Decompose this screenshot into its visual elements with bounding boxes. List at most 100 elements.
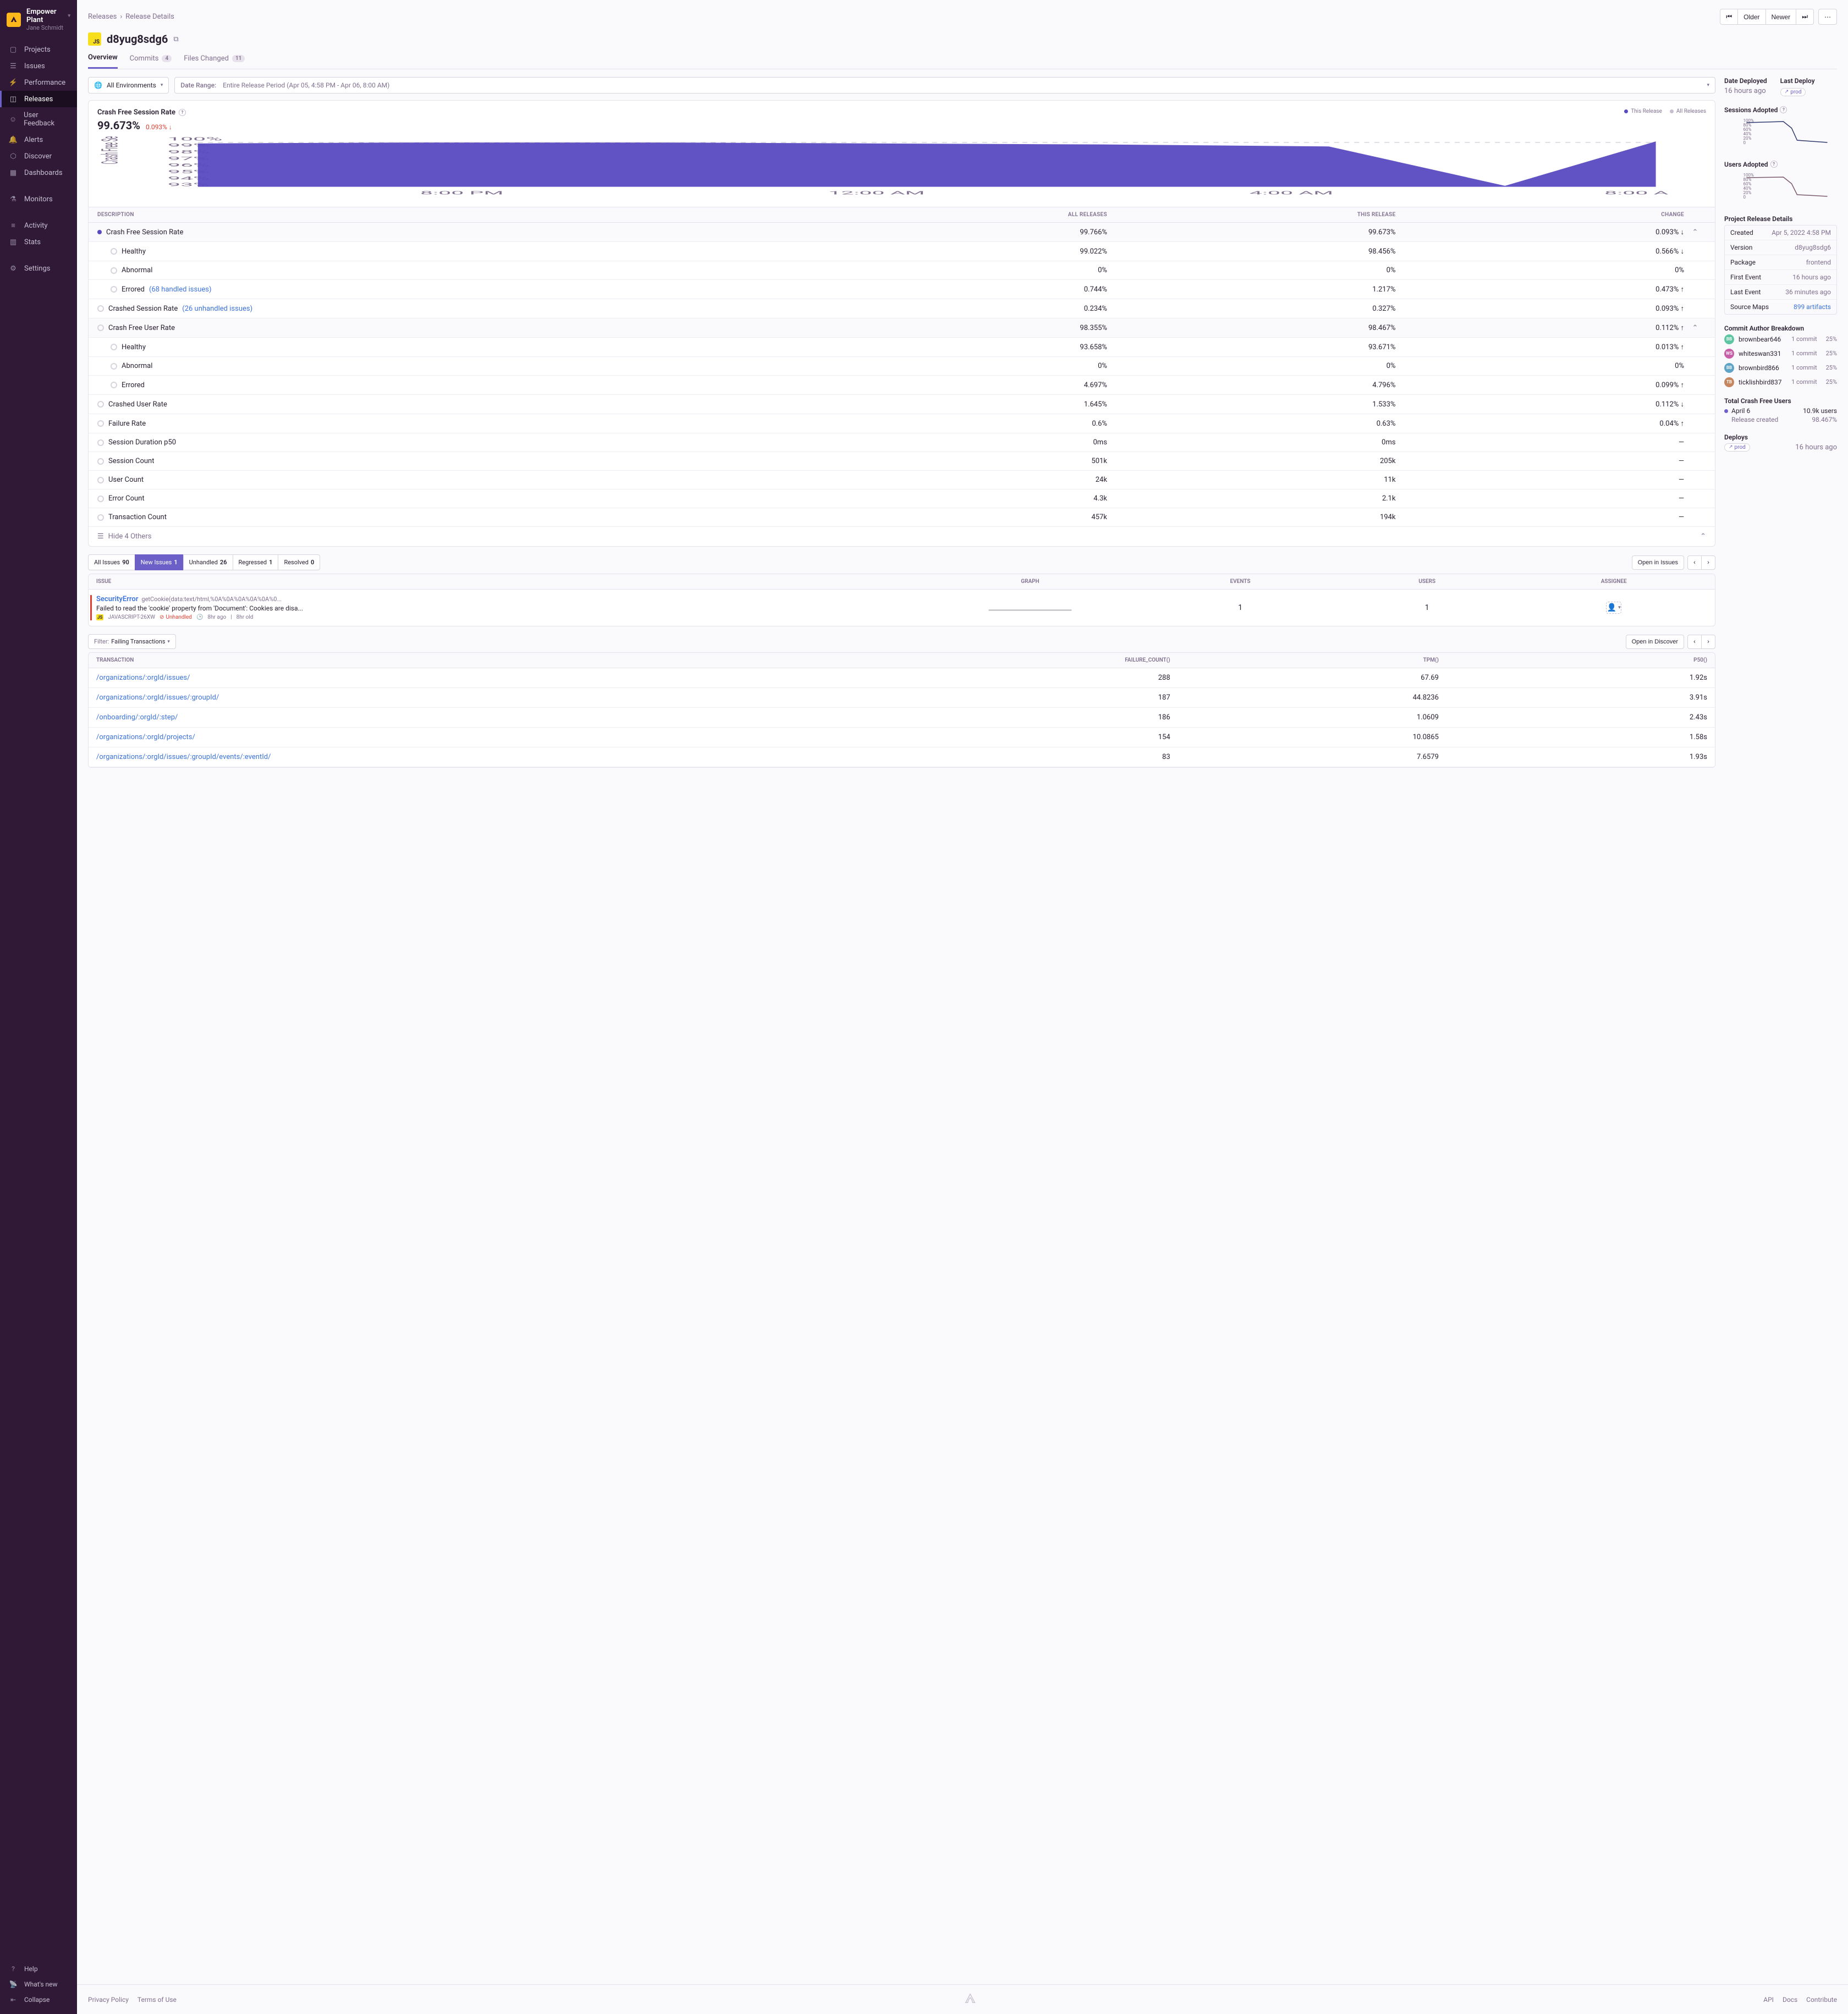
environment-filter[interactable]: 🌐 All Environments ▾ <box>88 77 169 93</box>
help-icon[interactable]: ? <box>179 109 186 116</box>
transaction-link[interactable]: /organizations/:orgId/projects/ <box>96 733 902 741</box>
sidebar-item-dashboards[interactable]: ▦Dashboards <box>0 164 77 181</box>
copy-icon[interactable]: ⧉ <box>173 35 178 43</box>
details-row: CreatedApr 5, 2022 4:58 PM <box>1725 225 1836 240</box>
chevron-up-icon[interactable]: ⌃ <box>1684 324 1706 332</box>
metric-name: Errored <box>122 381 145 389</box>
older-button[interactable]: Older <box>1737 9 1766 25</box>
next-page-button[interactable]: › <box>1701 555 1715 570</box>
next-page-button[interactable]: › <box>1701 635 1715 649</box>
last-button[interactable]: ⏭ <box>1796 9 1814 25</box>
sidebar-item-userfeedback[interactable]: ☺User Feedback <box>0 107 77 131</box>
transaction-link[interactable]: /organizations/:orgId/issues/ <box>96 674 902 682</box>
legend-this-release[interactable]: This Release <box>1624 108 1662 114</box>
first-button[interactable]: ⏮ <box>1720 9 1738 25</box>
crash-free-date: April 6 <box>1731 407 1750 415</box>
deploy-env-badge[interactable]: prod <box>1780 88 1806 96</box>
chevron-up-icon[interactable]: ⌃ <box>1684 228 1706 236</box>
daterange-filter[interactable]: Date Range: Entire Release Period (Apr 0… <box>174 77 1715 93</box>
author-pct: 25% <box>1826 364 1837 371</box>
alerts-icon: 🔔 <box>9 135 18 144</box>
issue-row[interactable]: SecurityError getCookie(data:text/html,%… <box>89 590 1715 626</box>
tx-tpm: 10.0865 <box>1170 733 1439 741</box>
org-switcher[interactable]: Empower Plant▾ Jane Schmidt <box>0 0 77 38</box>
issue-tab-all[interactable]: All Issues 90 <box>88 554 135 570</box>
transaction-filter[interactable]: Filter: Failing Transactions ▾ <box>88 634 176 649</box>
metric-name: Session Count <box>108 457 154 465</box>
metric-row: Healthy99.022%98.456%0.566% ↓ <box>89 242 1715 261</box>
tab-files[interactable]: Files Changed11 <box>184 53 245 69</box>
sidebar-item-settings[interactable]: ⚙Settings <box>0 260 77 277</box>
sidebar-item-collapse[interactable]: ⇤Collapse <box>0 1992 77 2007</box>
api-link[interactable]: API <box>1763 1996 1774 2004</box>
col-failure-count: FAILURE_COUNT() <box>902 657 1170 663</box>
help-icon[interactable]: ? <box>1780 106 1787 113</box>
sidebar-item-whatsnew[interactable]: 📡What's new <box>0 1977 77 1992</box>
tab-commits[interactable]: Commits4 <box>130 53 172 69</box>
metric-row: Crash Free Session Rate99.766%99.673%0.0… <box>89 223 1715 242</box>
issue-tab-unhandled[interactable]: Unhandled 26 <box>183 554 233 570</box>
sidebar-item-help[interactable]: ?Help <box>0 1961 77 1977</box>
tx-tpm: 67.69 <box>1170 674 1439 682</box>
newer-button[interactable]: Newer <box>1766 9 1797 25</box>
author-name[interactable]: ticklishbird837 <box>1739 378 1787 386</box>
issue-tab-regressed[interactable]: Regressed 1 <box>233 554 279 570</box>
details-value: frontend <box>1806 258 1831 266</box>
metric-all: 0.234% <box>818 305 1107 313</box>
platform-badge-js: JS <box>88 32 101 46</box>
tab-overview[interactable]: Overview <box>88 53 118 69</box>
svg-text:Crash Free Sessions: Crash Free Sessions <box>97 136 124 164</box>
author-name[interactable]: brownbear646 <box>1739 335 1787 343</box>
open-in-issues-button[interactable]: Open in Issues <box>1632 555 1684 570</box>
help-icon[interactable]: ? <box>1770 161 1778 168</box>
metric-link[interactable]: (68 handled issues) <box>149 285 212 294</box>
prev-page-button[interactable]: ‹ <box>1687 555 1702 570</box>
issue-tab-resolved[interactable]: Resolved 0 <box>278 554 320 570</box>
crash-free-note: Release created <box>1724 416 1778 423</box>
issue-tab-new[interactable]: New Issues 1 <box>135 554 184 570</box>
more-button[interactable]: ⋯ <box>1818 9 1837 25</box>
transaction-link[interactable]: /organizations/:orgId/issues/:groupId/ <box>96 694 902 702</box>
tou-link[interactable]: Terms of Use <box>138 1996 177 2004</box>
legend-all-releases[interactable]: All Releases <box>1670 108 1706 114</box>
metric-name: Errored <box>122 285 145 294</box>
transaction-row: /organizations/:orgId/issues/28867.691.9… <box>89 668 1715 688</box>
crash-free-users-title: Total Crash Free Users <box>1724 397 1837 405</box>
author-name[interactable]: brownbird866 <box>1739 364 1787 372</box>
prev-page-button[interactable]: ‹ <box>1687 635 1702 649</box>
open-in-discover-button[interactable]: Open in Discover <box>1626 635 1684 649</box>
chevron-left-icon: ‹ <box>1693 559 1696 566</box>
docs-link[interactable]: Docs <box>1783 1996 1797 2004</box>
metric-this: 194k <box>1107 513 1396 521</box>
details-key: Source Maps <box>1730 303 1769 311</box>
sidebar-item-discover[interactable]: ⬡Discover <box>0 148 77 164</box>
sidebar-item-alerts[interactable]: 🔔Alerts <box>0 131 77 148</box>
deploy-env-badge[interactable]: prod <box>1724 443 1750 452</box>
status-ring-icon <box>97 230 102 234</box>
author-name[interactable]: whiteswan331 <box>1739 350 1787 357</box>
details-value[interactable]: 899 artifacts <box>1794 303 1831 311</box>
metric-all: 99.766% <box>818 228 1107 236</box>
details-row: Versiond8yug8sdg6 <box>1725 240 1836 255</box>
privacy-link[interactable]: Privacy Policy <box>88 1996 129 2004</box>
col-p50: P50() <box>1439 657 1707 663</box>
metric-link[interactable]: (26 unhandled issues) <box>182 305 252 313</box>
sidebar-item-monitors[interactable]: ⚗Monitors <box>0 191 77 207</box>
transaction-link[interactable]: /organizations/:orgId/issues/:groupId/ev… <box>96 753 902 761</box>
sidebar-item-projects[interactable]: ▢Projects <box>0 41 77 58</box>
metric-row: Healthy93.658%93.671%0.013% ↑ <box>89 338 1715 357</box>
tx-p50: 3.91s <box>1439 694 1707 702</box>
list-icon: ☰ <box>97 532 104 541</box>
issue-name[interactable]: SecurityError <box>96 595 138 603</box>
breadcrumb-root[interactable]: Releases <box>88 13 117 21</box>
hide-others-toggle[interactable]: ☰Hide 4 Others ⌃ <box>89 527 1715 546</box>
author-pct: 25% <box>1826 378 1837 386</box>
sidebar-item-stats[interactable]: ▥Stats <box>0 234 77 250</box>
contribute-link[interactable]: Contribute <box>1806 1996 1837 2004</box>
transaction-link[interactable]: /onboarding/:orgId/:step/ <box>96 713 902 722</box>
assignee-picker[interactable]: 👤▾ <box>1606 602 1621 614</box>
sidebar-item-activity[interactable]: ≡Activity <box>0 217 77 234</box>
sidebar-item-performance[interactable]: ⚡Performance <box>0 74 77 91</box>
sidebar-item-issues[interactable]: ☰Issues <box>0 58 77 74</box>
sidebar-item-releases[interactable]: ◫Releases <box>0 91 77 107</box>
